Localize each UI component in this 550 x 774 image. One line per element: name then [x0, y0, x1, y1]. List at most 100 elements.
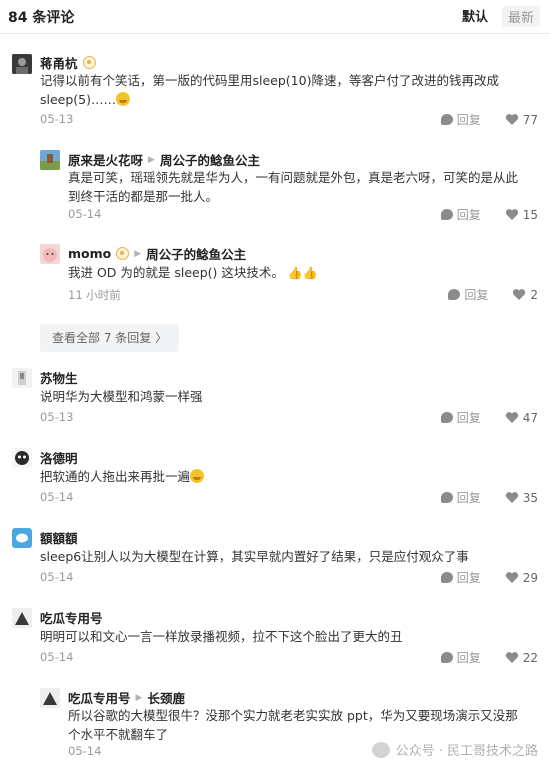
badge-icon — [116, 247, 130, 260]
reply-label: 回复 — [456, 491, 481, 505]
comment-date: 05-14 — [40, 570, 74, 584]
comment-actions: 回复 29 — [440, 569, 538, 586]
reply-bubble-icon — [440, 114, 453, 125]
avatar[interactable] — [40, 244, 60, 264]
reply-label: 回复 — [456, 411, 481, 425]
like-button[interactable]: 47 — [505, 411, 538, 425]
comment-actions: 回复 35 — [440, 489, 538, 506]
reply-bubble-icon — [440, 412, 453, 423]
comment-text-line: 到终干活的都是那一批人。 — [68, 189, 219, 204]
reply-target[interactable]: 长颈鹿 — [147, 688, 185, 707]
laugh-emoji-icon — [116, 92, 131, 106]
comment-author[interactable]: 吃瓜专用号 — [40, 608, 103, 627]
comment-text: 把软通的人拖出来再批一遍 — [40, 467, 540, 486]
watermark: 公众号 · 民工哥技术之路 — [371, 740, 538, 759]
like-button[interactable]: 35 — [505, 491, 538, 505]
comment-date: 05-14 — [68, 207, 102, 221]
sort-tabs: 默认 最新 — [462, 6, 540, 27]
comment-date: 05-13 — [40, 112, 74, 126]
avatar[interactable] — [12, 368, 32, 388]
reply-button[interactable]: 回复 — [440, 111, 481, 128]
reply-button[interactable]: 回复 — [448, 286, 488, 303]
badge-icon — [82, 56, 96, 69]
comment-author[interactable]: 洛德明 — [40, 448, 78, 467]
heart-icon — [513, 289, 526, 300]
avatar[interactable] — [40, 688, 60, 708]
like-count: 22 — [522, 650, 538, 665]
comment-author[interactable]: momo — [68, 246, 111, 261]
reply-comment: momo ▶ 周公子的鲶鱼公主 我进 OD 为的就是 sleep() 这块技术。… — [0, 242, 550, 306]
laugh-emoji-icon — [190, 469, 205, 483]
comment-text: 说明华为大模型和鸿蒙一样强 — [40, 389, 203, 404]
comment: 苏物生 说明华为大模型和鸿蒙一样强 05-13 回复 47 — [0, 366, 550, 426]
reply-bubble-icon — [440, 492, 453, 503]
comment-text-line: 真是可笑，瑶瑶领先就是华为人，一有问题就是外包，真是老六呀，可笑的是从此 — [68, 170, 519, 185]
watermark-text: 公众号 · 民工哥技术之路 — [395, 744, 538, 759]
comment-actions: 回复 47 — [440, 409, 538, 426]
comment-date: 05-13 — [40, 410, 74, 424]
comment-author[interactable]: 原来是火花呀 — [68, 150, 143, 169]
comment-author[interactable]: 吃瓜专用号 — [68, 688, 131, 707]
heart-icon — [505, 492, 518, 503]
like-button[interactable]: 15 — [505, 208, 538, 222]
like-button[interactable]: 77 — [505, 113, 538, 127]
avatar[interactable] — [12, 528, 32, 548]
like-count: 29 — [522, 570, 538, 585]
comment-actions: 回复 22 — [440, 649, 538, 666]
comment-text-line: 我进 OD 为的就是 sleep() 这块技术。 — [68, 265, 284, 280]
comment: 蒋甬杭 记得以前有个笑话，第一版的代码里用sleep(10)降速，等客户付了改进… — [0, 50, 550, 130]
view-all-replies-button[interactable]: 查看全部 7 条回复 〉 — [40, 324, 180, 352]
avatar[interactable] — [12, 448, 32, 468]
wechat-icon — [371, 741, 390, 758]
like-count: 35 — [522, 490, 538, 505]
like-button[interactable]: 2 — [512, 288, 538, 302]
comment-date: 05-14 — [68, 744, 102, 758]
comment-actions: 回复 2 — [448, 286, 538, 303]
comment: 洛德明 把软通的人拖出来再批一遍 05-14 回复 35 — [0, 446, 550, 506]
comment-text-line: 把软通的人拖出来再批一遍 — [40, 469, 191, 484]
avatar[interactable] — [40, 150, 60, 170]
comment: 額額額 sleep6让别人以为大模型在计算，其实早就内置好了结果，只是应付观众了… — [0, 526, 550, 586]
reply-button[interactable]: 回复 — [440, 409, 481, 426]
reply-target[interactable]: 周公子的鲶鱼公主 — [160, 150, 260, 169]
reply-label: 回复 — [456, 651, 481, 665]
heart-icon — [505, 114, 518, 125]
comment-author[interactable]: 額額額 — [40, 528, 78, 547]
heart-icon — [505, 652, 518, 663]
reply-bubble-icon — [440, 209, 453, 220]
like-button[interactable]: 29 — [505, 571, 538, 585]
reply-button[interactable]: 回复 — [440, 206, 481, 223]
reply-label: 回复 — [456, 208, 481, 222]
reply-target[interactable]: 周公子的鲶鱼公主 — [146, 244, 246, 263]
reply-button[interactable]: 回复 — [440, 489, 481, 506]
comment-date: 11 小时前 — [68, 288, 121, 302]
avatar[interactable] — [12, 54, 32, 74]
reply-arrow-icon: ▶ — [135, 692, 143, 703]
reply-bubble-icon — [448, 289, 461, 300]
reply-label: 回复 — [456, 113, 481, 127]
comment-date: 05-14 — [40, 490, 74, 504]
comment-count: 84 条评论 — [8, 10, 75, 26]
comment-text: 记得以前有个笑话，第一版的代码里用sleep(10)降速，等客户付了改进的钱再改… — [40, 71, 540, 109]
comment-text: sleep6让别人以为大模型在计算，其实早就内置好了结果，只是应付观众了事 — [40, 549, 469, 564]
comment-date: 05-14 — [40, 650, 74, 664]
reply-bubble-icon — [440, 572, 453, 583]
sort-latest-tab[interactable]: 最新 — [501, 6, 540, 27]
comment-actions: 回复 15 — [440, 206, 538, 223]
like-count: 15 — [522, 207, 538, 222]
reply-bubble-icon — [440, 652, 453, 663]
reply-label: 回复 — [456, 571, 481, 585]
reply-button[interactable]: 回复 — [440, 649, 481, 666]
avatar[interactable] — [12, 608, 32, 628]
comment-text-line: sleep(5)…… — [40, 92, 117, 107]
comment-text: 我进 OD 为的就是 sleep() 这块技术。 👍👍 — [68, 263, 538, 283]
comment-text: 所以谷歌的大模型很牛？没那个实力就老老实实放 ppt，华为又要现场演示又没那 个… — [68, 706, 543, 744]
comment-author[interactable]: 蒋甬杭 — [40, 53, 78, 72]
sort-default-tab[interactable]: 默认 — [462, 6, 488, 27]
reply-comment: 原来是火花呀 ▶ 周公子的鲶鱼公主 真是可笑，瑶瑶领先就是华为人，一有问题就是外… — [0, 148, 550, 228]
reply-button[interactable]: 回复 — [440, 569, 481, 586]
comment-author[interactable]: 苏物生 — [40, 368, 78, 387]
comment-text-line: 所以谷歌的大模型很牛？没那个实力就老老实实放 ppt，华为又要现场演示又没那 — [68, 708, 518, 723]
like-button[interactable]: 22 — [505, 651, 538, 665]
heart-icon — [505, 412, 518, 423]
